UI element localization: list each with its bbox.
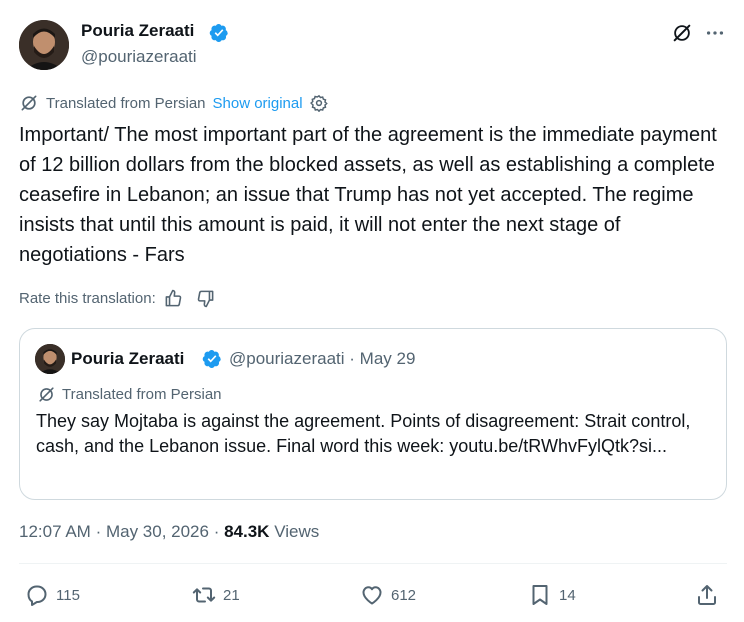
quote-author-name: Pouria Zeraati (71, 349, 185, 368)
repost-button[interactable]: 21 (192, 583, 240, 607)
thumbs-up-icon[interactable] (164, 289, 183, 308)
author-name[interactable]: Pouria Zeraati (81, 21, 194, 41)
share-button[interactable] (695, 583, 719, 607)
show-original-link[interactable]: Show original (213, 95, 303, 112)
more-icon[interactable] (704, 22, 726, 44)
tweet-meta-row: 12:07 AM · May 30, 2026 · 84.3K Views (19, 522, 319, 542)
reply-icon (27, 585, 47, 606)
tweet-date[interactable]: May 30, 2026 (106, 522, 209, 541)
meta-separator: · (349, 349, 360, 368)
quote-translated-label: Translated from Persian (62, 386, 222, 403)
quote-meta: @pouriazeraati · May 29 (229, 349, 415, 369)
reply-count: 115 (56, 586, 80, 604)
rate-translation-label: Rate this translation: (19, 289, 156, 307)
quote-text: They say Mojtaba is against the agreemen… (36, 411, 691, 456)
quote-author-avatar (35, 344, 65, 374)
bookmark-icon (532, 585, 548, 605)
author-avatar[interactable] (19, 20, 69, 70)
verified-badge-icon (202, 350, 221, 368)
author-handle[interactable]: @pouriazeraati (81, 47, 197, 67)
like-count: 612 (391, 586, 417, 604)
grok-translate-icon (21, 95, 37, 111)
translation-row: Translated from Persian Show original (19, 92, 328, 114)
views-label: Views (274, 522, 320, 541)
bookmark-button[interactable]: 14 (528, 583, 576, 607)
grok-translate-icon (39, 387, 54, 402)
grok-icon[interactable] (671, 22, 693, 44)
views-count: 84.3K (224, 522, 270, 541)
quoted-tweet-card[interactable]: Pouria Zeraati @pouriazeraati · May 29 T… (19, 328, 727, 500)
reply-button[interactable]: 115 (25, 583, 80, 607)
heart-icon (362, 586, 382, 605)
verified-badge-icon[interactable] (209, 23, 229, 43)
quote-date: May 29 (359, 349, 416, 368)
gear-icon[interactable] (309, 94, 328, 112)
tweet-text: Important/ The most important part of th… (19, 124, 717, 266)
repost-icon (192, 587, 216, 603)
rate-translation-row: Rate this translation: (19, 287, 215, 309)
quote-translation-row: Translated from Persian (37, 385, 222, 404)
thumbs-down-icon[interactable] (196, 289, 215, 308)
quote-author-handle: @pouriazeraati (229, 349, 345, 368)
translated-label: Translated from Persian (46, 94, 206, 112)
share-icon (698, 585, 716, 605)
tweet-time[interactable]: 12:07 AM (19, 522, 91, 541)
bookmark-count: 14 (559, 586, 576, 604)
meta-separator: · (213, 522, 225, 541)
like-button[interactable]: 612 (360, 583, 416, 607)
meta-separator: · (95, 522, 106, 541)
repost-count: 21 (223, 586, 240, 604)
divider (19, 563, 727, 564)
